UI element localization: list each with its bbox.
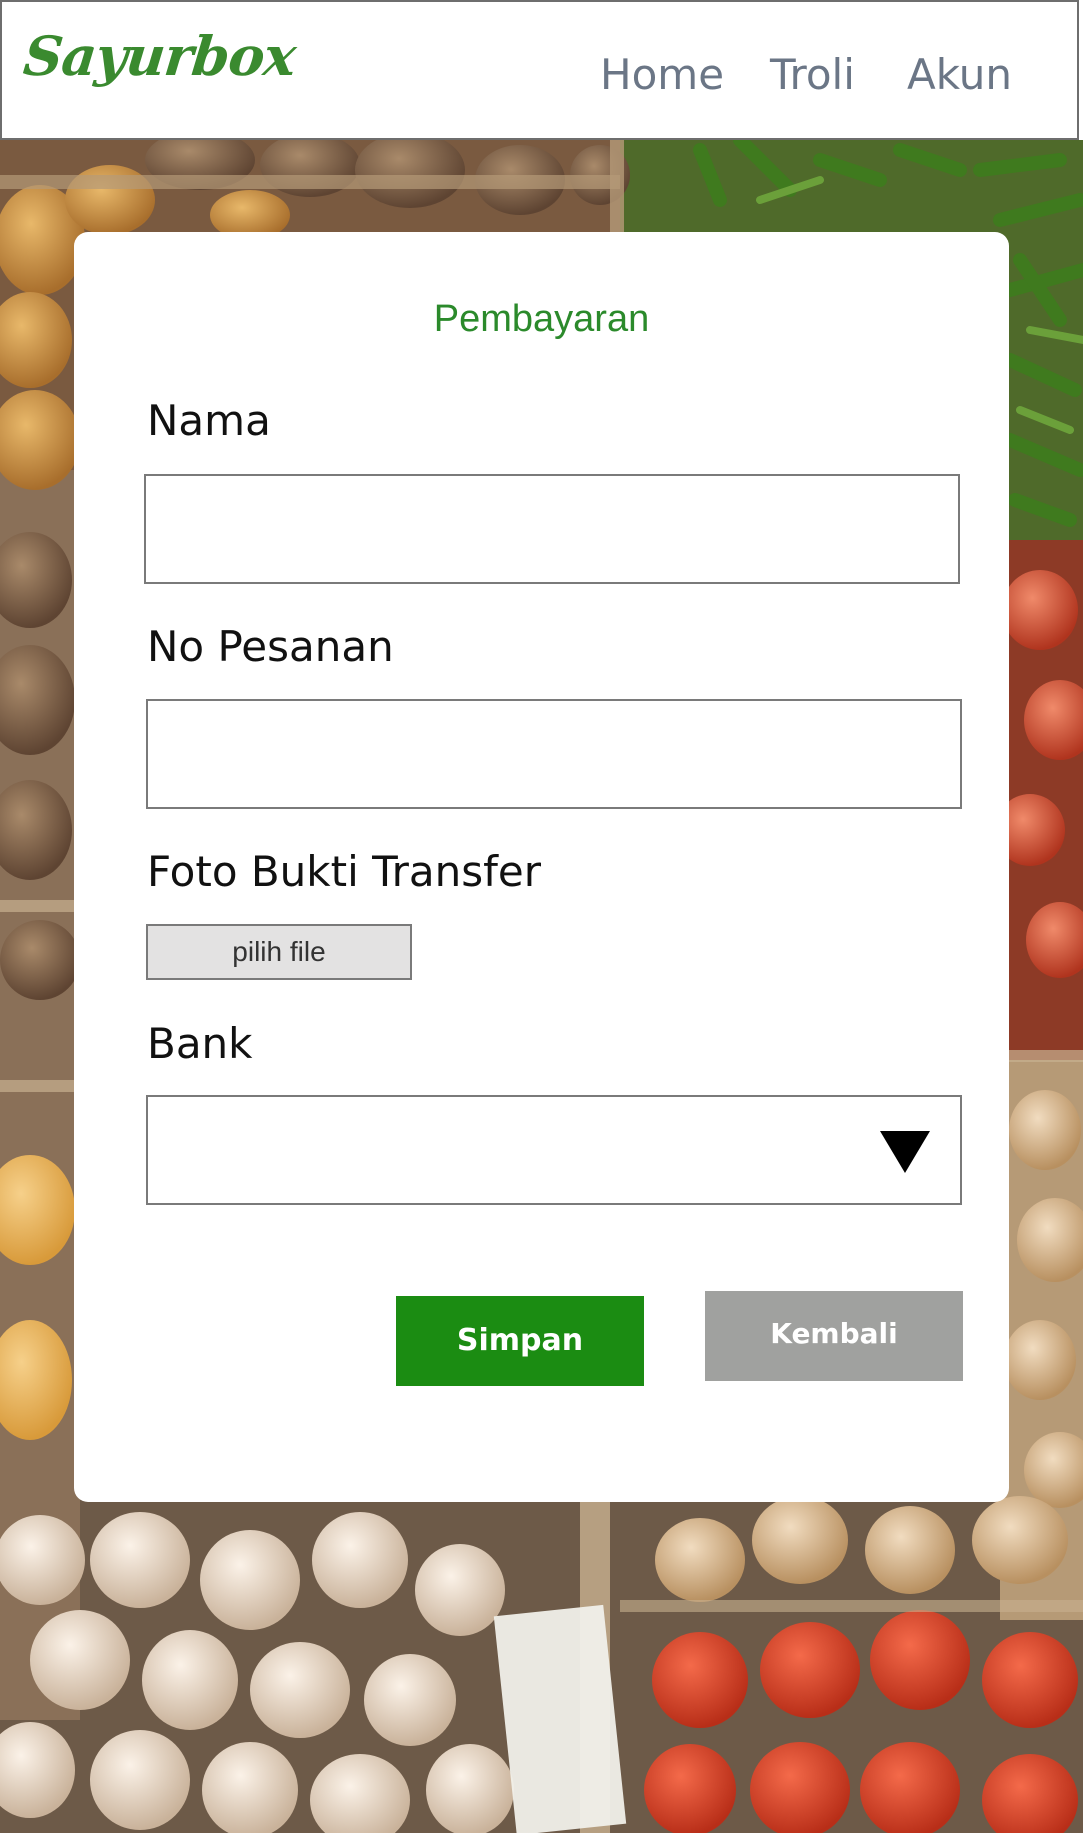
nama-input[interactable] [144,474,960,584]
payment-form-card: Pembayaran Nama No Pesanan Foto Bukti Tr… [74,232,1009,1502]
top-navbar: Sayurbox Home Troli Akun [0,0,1079,140]
no-pesanan-label: No Pesanan [147,622,394,671]
bank-label: Bank [147,1019,253,1068]
foto-bukti-transfer-label: Foto Bukti Transfer [147,847,541,896]
no-pesanan-input[interactable] [146,699,962,809]
nav-home-link[interactable]: Home [600,50,724,99]
nav-akun-link[interactable]: Akun [907,50,1012,99]
page-title: Pembayaran [433,298,650,340]
choose-file-button[interactable]: pilih file [146,924,412,980]
back-button[interactable]: Kembali [705,1291,963,1381]
nama-label: Nama [147,396,271,445]
save-button[interactable]: Simpan [396,1296,644,1386]
sayurbox-logo[interactable]: Sayurbox [21,24,299,88]
nav-troli-link[interactable]: Troli [770,50,855,99]
bank-select[interactable] [146,1095,962,1205]
chevron-down-icon[interactable] [880,1131,930,1173]
